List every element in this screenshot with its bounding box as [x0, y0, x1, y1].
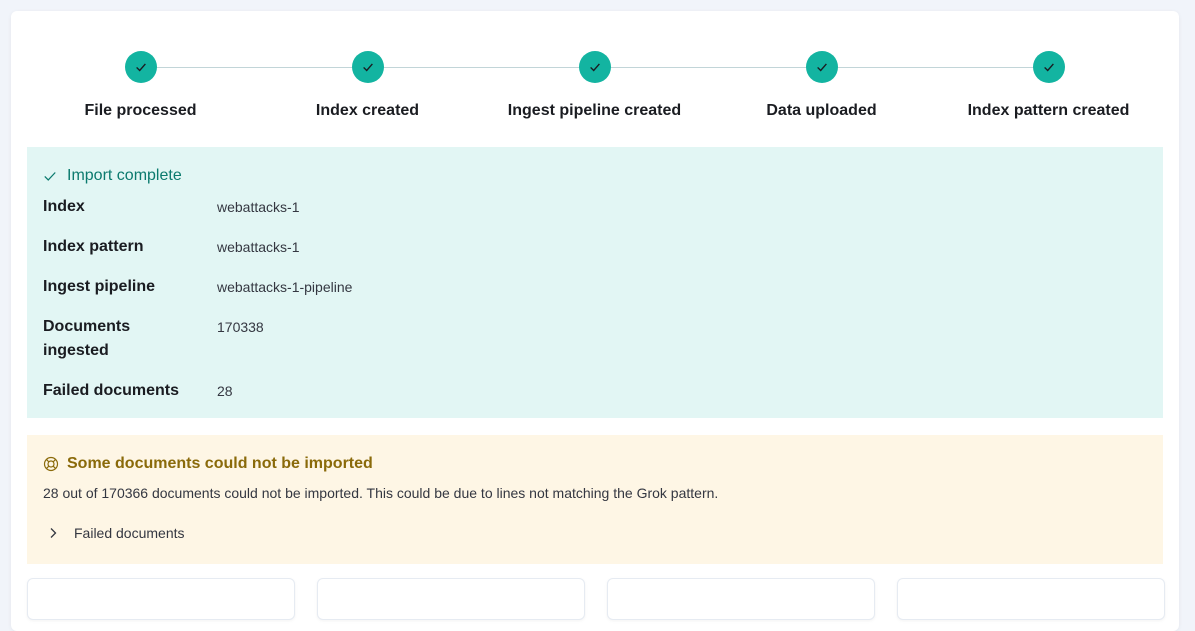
- summary-label: Index: [43, 198, 85, 215]
- results-panel: File processed Index created Ingest pipe…: [11, 11, 1179, 631]
- summary-value: webattacks-1: [217, 239, 300, 255]
- summary-value: 28: [217, 383, 233, 399]
- check-icon: [1043, 63, 1054, 72]
- import-complete-callout: Import complete Index webattacks-1 Index…: [27, 147, 1163, 418]
- action-card[interactable]: [897, 578, 1165, 620]
- step-complete-indicator: [351, 51, 384, 83]
- step-title: Index pattern created: [967, 102, 1130, 119]
- warning-message: 28 out of 170366 documents could not be …: [43, 485, 719, 501]
- step-complete-indicator: [124, 51, 157, 83]
- summary-label: Failed documents: [43, 382, 180, 399]
- warning-title-text: Some documents could not be imported: [67, 455, 373, 472]
- step-complete-indicator: [805, 51, 838, 83]
- summary-label: Documents ingested: [43, 318, 131, 359]
- step-ingest-pipeline-created: Ingest pipeline created: [481, 51, 708, 120]
- accordion-label: Failed documents: [74, 525, 185, 541]
- warning-title: Some documents could not be imported: [43, 455, 373, 473]
- summary-value: webattacks-1-pipeline: [217, 279, 353, 295]
- summary-label: Index pattern: [43, 238, 144, 255]
- step-title: Ingest pipeline created: [507, 102, 682, 119]
- check-icon: [135, 63, 146, 72]
- step-title: Data uploaded: [766, 102, 877, 119]
- import-complete-title: Import complete: [43, 167, 182, 185]
- step-title: Index created: [315, 102, 420, 119]
- step-file-processed: File processed: [27, 51, 254, 120]
- import-warning-callout: Some documents could not be imported 28 …: [27, 435, 1163, 564]
- step-complete-indicator: [578, 51, 611, 83]
- step-complete-indicator: [1032, 51, 1065, 83]
- action-card[interactable]: [317, 578, 585, 620]
- step-index-pattern-created: Index pattern created: [935, 51, 1162, 120]
- step-index-created: Index created: [254, 51, 481, 120]
- callout-title-text: Import complete: [67, 167, 182, 184]
- chevron-right-icon: [50, 528, 57, 538]
- action-card[interactable]: [27, 578, 295, 620]
- help-icon: [43, 456, 59, 472]
- summary-value: 170338: [217, 319, 264, 335]
- failed-documents-accordion[interactable]: Failed documents: [47, 525, 185, 541]
- check-icon: [44, 172, 56, 181]
- check-icon: [816, 63, 827, 72]
- step-title: File processed: [84, 102, 197, 119]
- check-icon: [362, 63, 373, 72]
- step-data-uploaded: Data uploaded: [708, 51, 935, 120]
- summary-value: webattacks-1: [217, 199, 300, 215]
- check-icon: [589, 63, 600, 72]
- summary-label: Ingest pipeline: [43, 278, 156, 295]
- action-card[interactable]: [607, 578, 875, 620]
- import-steps: File processed Index created Ingest pipe…: [11, 51, 1179, 131]
